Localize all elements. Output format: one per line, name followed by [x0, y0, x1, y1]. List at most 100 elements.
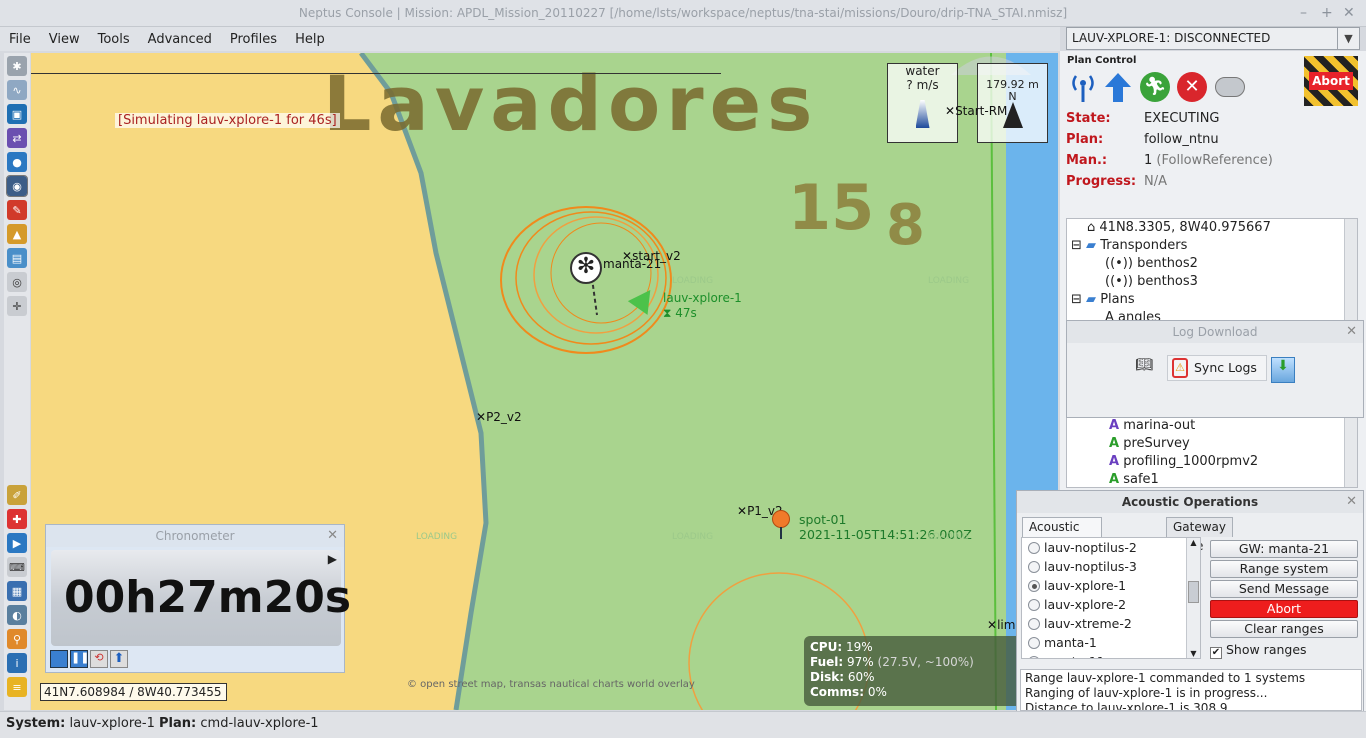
- pin-icon[interactable]: ⚲: [7, 629, 27, 649]
- tree-plans[interactable]: ⊟ ▰ Plans: [1071, 291, 1135, 309]
- menu-tools[interactable]: Tools: [89, 32, 139, 47]
- radio-button[interactable]: [1028, 656, 1040, 658]
- collapse-icon[interactable]: ⊟: [1071, 238, 1082, 253]
- tree-transponders[interactable]: ⊟ ▰ Transponders: [1071, 237, 1187, 255]
- lim-marker[interactable]: ✕lim: [987, 618, 1015, 632]
- tab-gateway-state[interactable]: Gateway state: [1166, 517, 1234, 553]
- gateway-button[interactable]: GW: manta-21: [1210, 540, 1358, 558]
- eye-icon[interactable]: ◎: [7, 272, 27, 292]
- transform-icon[interactable]: ⇄: [7, 128, 27, 148]
- chronometer-titlebar[interactable]: Chronometer ✕: [46, 525, 344, 547]
- send-plan-icon[interactable]: [1101, 70, 1135, 104]
- list-item[interactable]: lauv-noptilus-3: [1022, 557, 1200, 576]
- lock-icon[interactable]: ▲: [7, 224, 27, 244]
- acoustic-abort-button[interactable]: Abort: [1210, 600, 1358, 618]
- marker-icon[interactable]: ✚: [7, 509, 27, 529]
- collapse-icon[interactable]: ⊟: [1071, 292, 1082, 307]
- location-icon[interactable]: ●: [7, 152, 27, 172]
- manta-gateway-icon[interactable]: ✻: [570, 252, 602, 284]
- stop-plan-icon[interactable]: ✕: [1175, 70, 1209, 104]
- acoustic-system-list[interactable]: lauv-noptilus-2 lauv-noptilus-3 lauv-xpl…: [1021, 537, 1201, 659]
- p2-marker[interactable]: ✕P2_v2: [476, 410, 522, 424]
- tree-item[interactable]: A profiling_1000rpmv2: [1109, 453, 1258, 471]
- keyboard-icon[interactable]: ⌨: [7, 557, 27, 577]
- menu-help[interactable]: Help: [286, 32, 334, 47]
- log-download-window[interactable]: Log Download ✕ 📖︎ ⚠ Sync Logs ⬇: [1066, 320, 1364, 418]
- book-icon[interactable]: 📖︎: [1135, 357, 1153, 373]
- tree-item[interactable]: ((•)) benthos2: [1105, 255, 1198, 273]
- abort-button[interactable]: Abort: [1304, 56, 1358, 106]
- checkbox-checked-icon[interactable]: ✔: [1210, 647, 1222, 659]
- radio-button[interactable]: [1028, 637, 1040, 649]
- menu-advanced[interactable]: Advanced: [139, 32, 221, 47]
- tree-item[interactable]: ((•)) benthos3: [1105, 273, 1198, 291]
- chevron-down-icon[interactable]: ▼: [1337, 28, 1359, 49]
- map-icon[interactable]: ◐: [7, 605, 27, 625]
- list-item[interactable]: lauv-noptilus-2: [1022, 538, 1200, 557]
- start-v2-marker[interactable]: ✕start_v2: [622, 249, 681, 263]
- close-icon[interactable]: ✕: [327, 525, 338, 547]
- sync-logs-button[interactable]: ⚠ Sync Logs: [1167, 355, 1267, 381]
- tree-item[interactable]: A preSurvey: [1109, 435, 1190, 453]
- list-item[interactable]: lauv-xplore-2: [1022, 595, 1200, 614]
- menu-profiles[interactable]: Profiles: [221, 32, 286, 47]
- menu-view[interactable]: View: [40, 32, 89, 47]
- teleop-icon[interactable]: [1213, 70, 1247, 104]
- grid-icon[interactable]: ▦: [7, 581, 27, 601]
- image-icon[interactable]: ▤: [7, 248, 27, 268]
- scroll-down-icon[interactable]: ▼: [1187, 649, 1200, 658]
- radio-button[interactable]: [1028, 542, 1040, 554]
- tree-home[interactable]: ⌂ 41N8.3305, 8W40.975667: [1087, 219, 1271, 237]
- layers-icon[interactable]: ≡: [7, 677, 27, 697]
- tree-item[interactable]: A safe1: [1109, 471, 1159, 487]
- close-icon[interactable]: ✕: [1343, 0, 1355, 27]
- chronometer-window[interactable]: Chronometer ✕ 00h27m20s ▶ ❚❚ ⟲ ⬆: [45, 524, 351, 673]
- clear-ranges-button[interactable]: Clear ranges: [1210, 620, 1358, 638]
- log-download-titlebar[interactable]: Log Download ✕: [1067, 321, 1363, 343]
- radio-button[interactable]: [1028, 561, 1040, 573]
- menu-file[interactable]: File: [0, 32, 40, 47]
- edit-icon[interactable]: ✎: [7, 200, 27, 220]
- scroll-up-icon[interactable]: ▲: [1187, 538, 1200, 547]
- system-selector-dropdown[interactable]: LAUV-XPLORE-1: DISCONNECTED ▼: [1066, 27, 1360, 50]
- play-icon[interactable]: ▶: [328, 552, 337, 566]
- list-scrollbar[interactable]: ▲ ▼: [1186, 538, 1200, 658]
- compass-icon[interactable]: ✛: [7, 296, 27, 316]
- list-item[interactable]: manta-11: [1022, 652, 1200, 658]
- show-ranges-checkbox[interactable]: ✔ Show ranges: [1210, 642, 1307, 659]
- acoustic-operations-window[interactable]: Acoustic Operations ✕ Acoustic Operations…: [1016, 490, 1364, 712]
- antenna-icon[interactable]: [1066, 70, 1100, 104]
- square-icon[interactable]: ▣: [7, 104, 27, 124]
- close-icon[interactable]: ✕: [1346, 491, 1357, 513]
- send-message-button[interactable]: Send Message: [1210, 580, 1358, 598]
- vehicle-icon[interactable]: ◉: [6, 175, 28, 197]
- stop-icon[interactable]: [50, 650, 68, 668]
- start-plan-icon[interactable]: 🏃︎: [1138, 70, 1172, 104]
- maximize-icon[interactable]: +: [1321, 0, 1333, 27]
- reset-icon[interactable]: ⟲: [90, 650, 108, 668]
- spot-pin-icon[interactable]: [772, 510, 790, 528]
- download-icon[interactable]: ⬇: [1271, 357, 1295, 383]
- radio-button[interactable]: [1028, 618, 1040, 630]
- minimize-icon[interactable]: –: [1300, 0, 1307, 27]
- close-icon[interactable]: ✕: [1346, 321, 1357, 343]
- radio-button[interactable]: [1028, 599, 1040, 611]
- play-icon[interactable]: ▶: [7, 533, 27, 553]
- list-item[interactable]: manta-1: [1022, 633, 1200, 652]
- radio-button-selected[interactable]: [1028, 580, 1040, 592]
- tab-acoustic-operations[interactable]: Acoustic Operations: [1022, 517, 1102, 553]
- up-arrow-icon[interactable]: ⬆: [110, 650, 128, 668]
- list-item[interactable]: lauv-xplore-1: [1022, 576, 1200, 595]
- settings-icon[interactable]: ✱: [7, 56, 27, 76]
- link-icon[interactable]: ∿: [7, 80, 27, 100]
- range-system-button[interactable]: Range system: [1210, 560, 1358, 578]
- tree-item[interactable]: A marina-out: [1109, 417, 1195, 435]
- list-item[interactable]: lauv-xtreme-2: [1022, 614, 1200, 633]
- measure-icon[interactable]: ✐: [7, 485, 27, 505]
- scroll-thumb[interactable]: [1188, 581, 1199, 603]
- acoustic-titlebar[interactable]: Acoustic Operations ✕: [1017, 491, 1363, 513]
- vehicle-info-panel: CPU: 19% Fuel: 97% (27.5V, ~100%) Disk: …: [804, 636, 1044, 706]
- start-rm-marker[interactable]: ✕Start-RM: [945, 104, 1007, 118]
- info-icon[interactable]: i: [7, 653, 27, 673]
- pause-icon[interactable]: ❚❚: [70, 650, 89, 668]
